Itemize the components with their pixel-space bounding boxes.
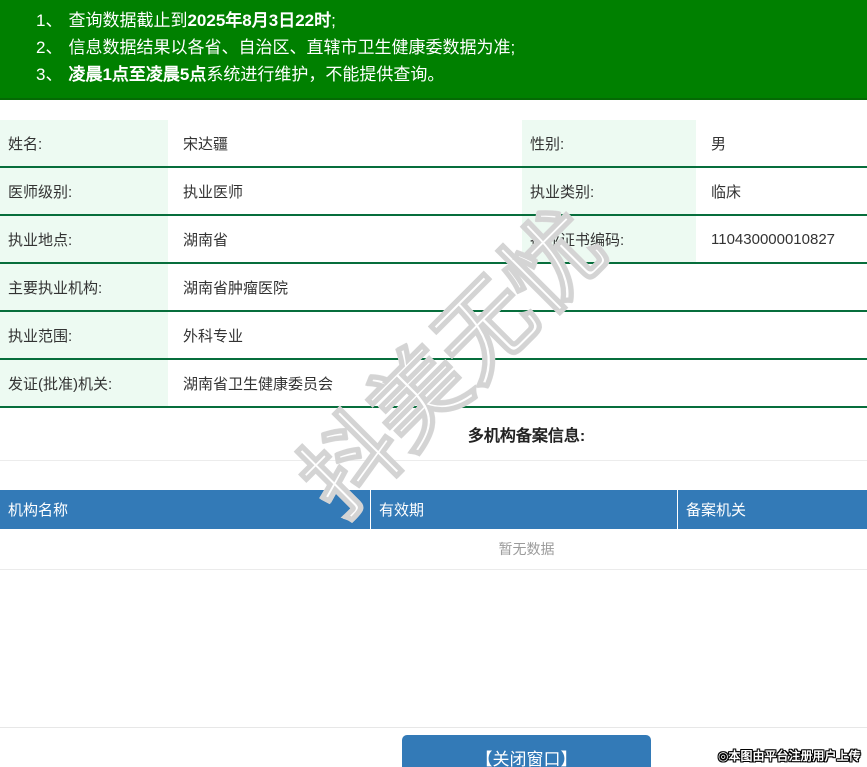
physician-info-table: 姓名: 宋达疆 性别: 男 医师级别: 执业医师 执业类别: 临床 执业地点: … [0,120,867,408]
notice-line-suffix: ; [331,11,336,30]
field-label-issuing-authority: 发证(批准)机关: [0,360,168,406]
field-label-practice-category: 执业类别: [522,168,696,214]
page-container: 1、 查询数据截止到2025年8月3日22时; 2、 信息数据结果以各省、自治区、直… [0,0,867,767]
uploader-stamp-watermark: ◎本图由平台注册用户上传 [718,749,861,763]
field-label-practice-location: 执业地点: [0,216,168,262]
notice-line-bold-text: 2025年8月3日22时 [187,11,332,30]
notice-banner: 1、 查询数据截止到2025年8月3日22时; 2、 信息数据结果以各省、自治区、直… [0,0,867,100]
field-label-name: 姓名: [0,120,168,166]
notice-line-number: 1、 [36,11,63,30]
field-value-issuing-authority: 湖南省卫生健康委员会 [183,375,334,393]
table-row-issuing-authority: 发证(批准)机关: 湖南省卫生健康委员会 [0,360,867,408]
table-row-level-category: 医师级别: 执业医师 执业类别: 临床 [0,168,867,216]
table-row-practice-scope: 执业范围: 外科专业 [0,312,867,360]
field-value-gender: 男 [711,135,727,153]
close-window-button[interactable]: 【关闭窗口】 [402,735,651,767]
multi-org-section-title: 多机构备案信息: [467,428,586,445]
field-value-certificate-number: 110430000010827 [711,230,836,248]
notice-line-text: 查询数据截止到 [68,11,188,30]
field-value-doctor-level: 执业医师 [183,183,244,201]
multi-org-table: 机构名称 有效期 备案机关 暂无数据 [0,490,867,570]
field-label-practice-scope: 执业范围: [0,312,168,358]
field-value-name: 宋达疆 [183,135,229,153]
notice-line-number: 3、 [36,65,63,84]
table-row-location-certificate: 执业地点: 湖南省 执业证书编码: 110430000010827 [0,216,867,264]
empty-data-placeholder: 暂无数据 [0,529,867,570]
footer-divider [0,727,867,728]
notice-line-1: 1、 查询数据截止到2025年8月3日22时; [36,7,867,34]
notice-line-bold-text: 凌晨1点至凌晨5点 [68,65,207,84]
multi-org-table-header: 机构名称 有效期 备案机关 [0,490,867,529]
notice-line-suffix: 系统进行维护，不能提供查询。 [206,65,445,84]
field-label-main-institution: 主要执业机构: [0,264,168,310]
notice-line-3: 3、 凌晨1点至凌晨5点系统进行维护，不能提供查询。 [36,61,867,88]
field-label-certificate-number: 执业证书编码: [522,216,696,262]
column-header-record-authority: 备案机关 [686,502,747,519]
table-row-main-institution: 主要执业机构: 湖南省肿瘤医院 [0,264,867,312]
notice-line-text: 信息数据结果以各省、自治区、直辖市卫生健康委数据为准; [68,38,516,57]
notice-line-2: 2、 信息数据结果以各省、自治区、直辖市卫生健康委数据为准; [36,34,867,61]
notice-line-number: 2、 [36,38,63,57]
multi-org-section-row: 多机构备案信息: [0,408,867,461]
column-header-validity-period: 有效期 [371,490,678,529]
field-value-main-institution: 湖南省肿瘤医院 [183,279,289,297]
field-label-doctor-level: 医师级别: [0,168,168,214]
field-value-practice-location: 湖南省 [183,231,229,249]
table-row-name-gender: 姓名: 宋达疆 性别: 男 [0,120,867,168]
field-value-practice-category: 临床 [711,183,742,201]
column-header-institution-name: 机构名称 [0,490,371,529]
field-value-practice-scope: 外科专业 [183,327,244,345]
field-label-gender: 性别: [522,120,696,166]
